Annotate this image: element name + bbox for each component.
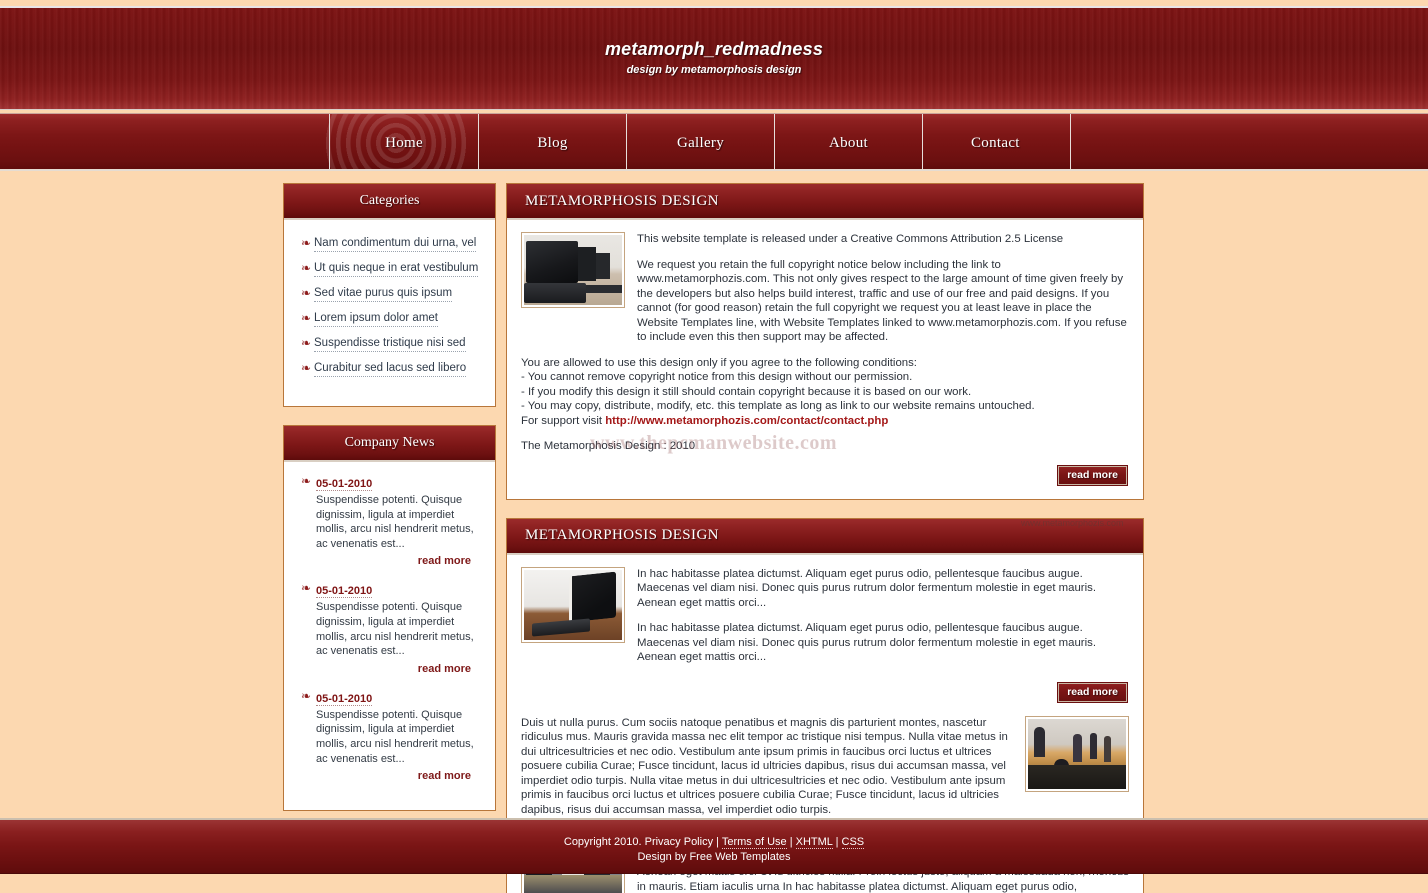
company-news-panel-header: Company News xyxy=(284,426,495,462)
monitor-photo xyxy=(521,566,625,643)
license-panel: METAMORPHOSIS DESIGN This website templa… xyxy=(506,183,1144,528)
article1-actions: read more xyxy=(521,681,1129,703)
ornament-bullet-icon: ❧ xyxy=(300,688,312,703)
condition-3: - You may copy, distribute, modify, etc.… xyxy=(521,400,1035,412)
news-date-link[interactable]: 05-01-2010 xyxy=(316,478,373,491)
ornament-bullet-icon: ❧ xyxy=(300,474,312,488)
list-item[interactable]: ❧ Sed vitae purus quis ipsum xyxy=(298,286,481,302)
ornament-bullet-icon: ❧ xyxy=(300,361,312,375)
site-subtitle: design by metamorphosis design xyxy=(626,64,802,76)
nav-item-contact[interactable]: Contact xyxy=(923,114,1071,169)
boardroom-meeting-photo xyxy=(1025,715,1129,792)
company-news-panel: Company News ❧ 05-01-2010 Suspendisse po… xyxy=(283,425,496,812)
sidebar: Categories ❧ Nam condimentum dui urna, v… xyxy=(283,183,496,829)
articles-panel-title: METAMORPHOSIS DESIGN xyxy=(525,527,719,543)
categories-list: ❧ Nam condimentum dui urna, vel ❧ Ut qui… xyxy=(298,232,481,392)
condition-1: - You cannot remove copyright notice fro… xyxy=(521,371,913,383)
footer-separator-1: | xyxy=(716,836,719,848)
privacy-policy-link[interactable]: Privacy Policy xyxy=(645,836,713,848)
list-item: ❧ 05-01-2010 Suspendisse potenti. Quisqu… xyxy=(298,689,481,782)
content-area: Categories ❧ Nam condimentum dui urna, v… xyxy=(0,173,1428,893)
articles-panel-header: METAMORPHOSIS DESIGN xyxy=(507,518,1143,555)
ornament-bullet-icon: ❧ xyxy=(300,311,312,325)
list-item: ❧ 05-01-2010 Suspendisse potenti. Quisqu… xyxy=(298,474,481,568)
category-link[interactable]: Ut quis neque in erat vestibulum xyxy=(314,261,479,277)
css-link[interactable]: CSS xyxy=(841,836,865,849)
categories-title: Categories xyxy=(359,193,420,208)
news-date-link[interactable]: 05-01-2010 xyxy=(316,585,373,599)
nav-item-about[interactable]: About xyxy=(775,114,923,169)
ornament-bullet-icon: ❧ xyxy=(300,581,312,596)
company-news-title: Company News xyxy=(344,435,435,450)
xhtml-link[interactable]: XHTML xyxy=(795,836,833,849)
ornament-bullet-icon: ❧ xyxy=(300,336,312,350)
list-item: ❧ 05-01-2010 Suspendisse potenti. Quisqu… xyxy=(298,581,481,675)
footer-separator-3: | xyxy=(835,836,839,848)
page-root: metamorph_redmadness design by metamorph… xyxy=(0,0,1428,893)
category-link[interactable]: Suspendisse tristique nisi sed xyxy=(314,336,466,352)
nav-list: Home Blog Gallery About Contact xyxy=(329,114,1071,169)
main-navigation: Home Blog Gallery About Contact xyxy=(0,113,1428,171)
read-more-button[interactable]: read more xyxy=(1057,681,1128,703)
article2-text: Duis ut nulla purus. Cum sociis natoque … xyxy=(521,716,1008,816)
license-intro-row: This website template is released under … xyxy=(521,232,1129,356)
footer-copyright: Copyright 2010. xyxy=(563,836,642,848)
signature-line: The Metamorphosis Design : 2010 xyxy=(521,440,696,452)
list-item[interactable]: ❧ Nam condimentum dui urna, vel xyxy=(298,236,481,252)
workstation-photo xyxy=(521,232,625,308)
nav-item-gallery[interactable]: Gallery xyxy=(627,114,775,169)
condition-2: - If you modify this design it still sho… xyxy=(521,385,972,398)
site-title: metamorph_redmadness xyxy=(604,39,824,59)
read-more-link[interactable]: read more xyxy=(316,770,481,782)
category-link[interactable]: Curabitur sed lacus sed libero xyxy=(314,361,467,377)
support-link[interactable]: http://www.metamorphozis.com/contact/con… xyxy=(605,415,888,427)
article-block-2: Duis ut nulla purus. Cum sociis natoque … xyxy=(521,715,1129,829)
news-excerpt: Suspendisse potenti. Quisque dignissim, … xyxy=(316,601,474,658)
nav-item-home[interactable]: Home xyxy=(329,114,479,169)
license-actions: read more xyxy=(521,464,1129,486)
news-excerpt: Suspendisse potenti. Quisque dignissim, … xyxy=(316,708,474,765)
article-block-1: In hac habitasse platea dictumst. Aliqua… xyxy=(521,566,1129,676)
news-body: 05-01-2010 Suspendisse potenti. Quisque … xyxy=(314,474,481,567)
site-footer: Copyright 2010. Privacy Policy | Terms o… xyxy=(0,818,1428,874)
category-link[interactable]: Lorem ipsum dolor amet xyxy=(314,311,438,327)
category-link[interactable]: Sed vitae purus quis ipsum xyxy=(314,286,453,302)
license-panel-body: This website template is released under … xyxy=(507,220,1143,528)
article1-paragraph-1: In hac habitasse platea dictumst. Aliqua… xyxy=(637,567,1096,609)
ornament-bullet-icon: ❧ xyxy=(300,286,312,300)
license-panel-title: METAMORPHOSIS DESIGN xyxy=(525,192,719,209)
conditions-intro: You are allowed to use this design only … xyxy=(521,356,917,369)
footer-separator-2: | xyxy=(789,836,793,848)
read-more-link[interactable]: read more xyxy=(316,663,481,675)
main-column: METAMORPHOSIS DESIGN This website templa… xyxy=(506,183,1144,893)
support-line: For support visit http://www.metamorphoz… xyxy=(521,414,1129,429)
list-item[interactable]: ❧ Lorem ipsum dolor amet xyxy=(298,311,481,327)
ornament-bullet-icon: ❧ xyxy=(300,236,312,250)
terms-of-use-link[interactable]: Terms of Use xyxy=(721,836,787,849)
news-excerpt: Suspendisse potenti. Quisque dignissim, … xyxy=(316,494,474,550)
footer-links-row: Copyright 2010. Privacy Policy | Terms o… xyxy=(0,835,1428,850)
license-line: This website template is released under … xyxy=(637,233,1064,245)
site-header: metamorph_redmadness design by metamorph… xyxy=(0,6,1428,110)
ornament-bullet-icon: ❧ xyxy=(300,261,312,275)
license-panel-header: METAMORPHOSIS DESIGN xyxy=(507,184,1143,220)
news-body: 05-01-2010 Suspendisse potenti. Quisque … xyxy=(314,581,481,675)
read-more-button[interactable]: read more xyxy=(1057,464,1128,486)
categories-panel-header: Categories xyxy=(284,184,495,220)
article1-paragraph-2: In hac habitasse platea dictumst. Aliqua… xyxy=(637,622,1096,663)
categories-panel-body: ❧ Nam condimentum dui urna, vel ❧ Ut qui… xyxy=(284,220,495,406)
company-news-panel-body: ❧ 05-01-2010 Suspendisse potenti. Quisqu… xyxy=(284,462,495,810)
list-item[interactable]: ❧ Ut quis neque in erat vestibulum xyxy=(298,261,481,277)
license-request-text: We request you retain the full copyright… xyxy=(637,258,1127,344)
category-link[interactable]: Nam condimentum dui urna, vel xyxy=(314,236,477,252)
news-body: 05-01-2010 Suspendisse potenti. Quisque … xyxy=(314,689,481,782)
list-item[interactable]: ❧ Curabitur sed lacus sed libero xyxy=(298,361,481,377)
footer-design-credit: Design by Free Web Templates xyxy=(637,851,791,863)
read-more-link[interactable]: read more xyxy=(316,555,481,567)
categories-panel: Categories ❧ Nam condimentum dui urna, v… xyxy=(283,183,496,407)
list-item[interactable]: ❧ Suspendisse tristique nisi sed xyxy=(298,336,481,352)
news-date-link[interactable]: 05-01-2010 xyxy=(316,693,373,706)
support-prefix: For support visit xyxy=(521,414,606,427)
nav-item-blog[interactable]: Blog xyxy=(479,114,627,169)
